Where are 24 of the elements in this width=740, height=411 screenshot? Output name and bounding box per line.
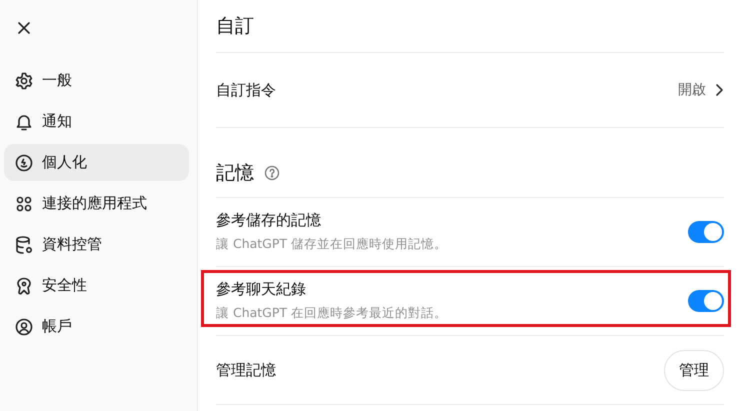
gear-icon [14, 70, 34, 90]
sidebar-item[interactable]: 個人化 [4, 144, 189, 181]
setting-label: 參考儲存的記憶 [216, 211, 322, 230]
sidebar-item[interactable]: 安全性 [4, 267, 189, 304]
section-title: 記憶 [216, 161, 254, 186]
toggle-switch[interactable] [688, 290, 724, 312]
sidebar-item[interactable]: 一般 [4, 62, 189, 99]
setting-label: 自訂指令 [216, 80, 276, 100]
sidebar-item[interactable]: 資料控管 [4, 226, 189, 263]
setting-label: 參考聊天紀錄 [216, 280, 307, 299]
section-title: 自訂 [216, 14, 254, 39]
chevron-right-icon[interactable] [714, 82, 724, 98]
setting-label: 管理記憶 [216, 360, 276, 380]
sidebar-item[interactable]: 通知 [4, 103, 189, 140]
help-icon[interactable] [264, 165, 280, 181]
manage-button[interactable]: 管理 [664, 350, 724, 390]
setting-description: 讓 ChatGPT 在回應時參考最近的對話。 [216, 305, 448, 322]
setting-description: 讓 ChatGPT 儲存並在回應時使用記憶。 [216, 236, 448, 253]
four-circles-icon [14, 194, 34, 214]
user-circle-icon [14, 316, 34, 336]
sidebar-item[interactable]: 帳戶 [4, 308, 189, 345]
toggle-switch[interactable] [688, 221, 724, 243]
setting-value: 開啟 [678, 81, 706, 99]
sidebar-item[interactable]: 連接的應用程式 [4, 185, 189, 222]
